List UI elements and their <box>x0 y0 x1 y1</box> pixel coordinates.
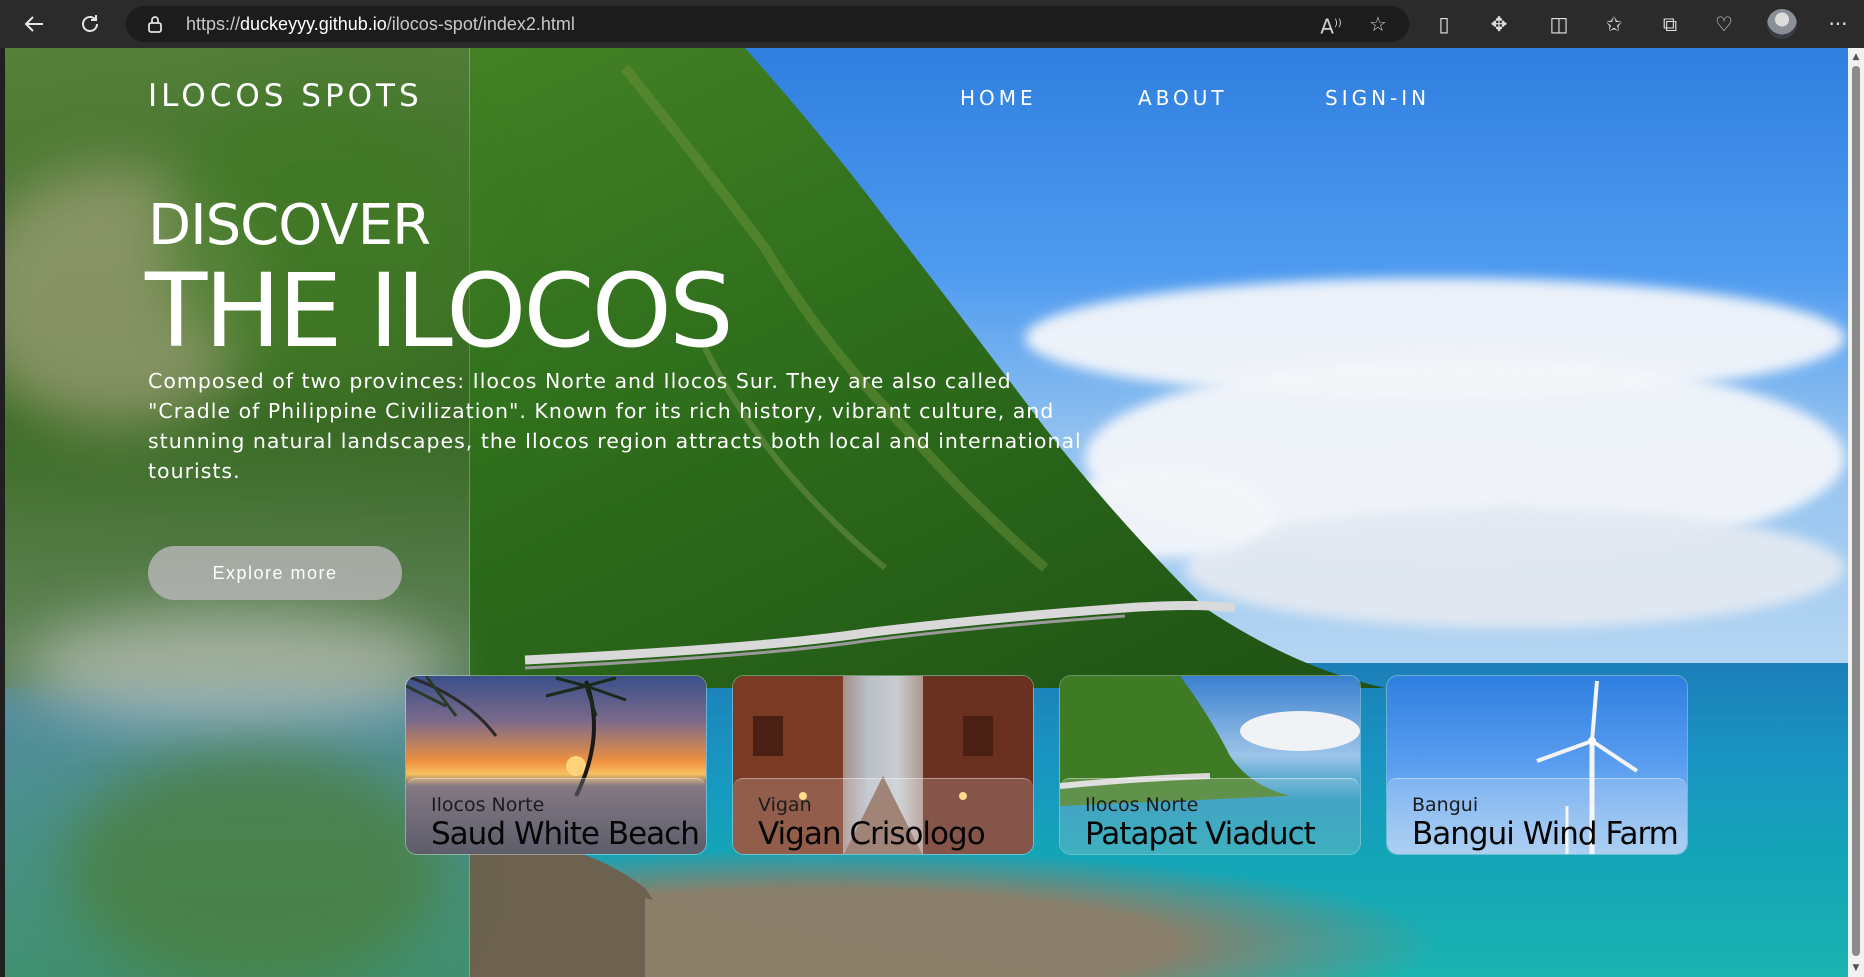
hero-title-small: DISCOVER <box>148 193 431 258</box>
blur-panel <box>5 48 485 977</box>
card-location: Ilocos Norte <box>431 794 545 816</box>
split-screen-icon[interactable]: ◫ <box>1545 10 1573 38</box>
back-icon[interactable] <box>14 4 54 44</box>
card-location: Vigan <box>758 794 812 816</box>
refresh-icon[interactable] <box>70 4 110 44</box>
card-bangui-wind-farm[interactable]: Bangui Bangui Wind Farm <box>1386 675 1688 855</box>
url-text[interactable]: https://duckeyyy.github.io/ilocos-spot/i… <box>186 14 575 35</box>
hero-description: Composed of two provinces: Ilocos Norte … <box>148 369 1082 483</box>
favorites-icon[interactable]: ✩ <box>1600 10 1628 38</box>
card-patapat-viaduct[interactable]: Ilocos Norte Patapat Viaduct <box>1059 675 1361 855</box>
nav-home[interactable]: HOME <box>960 86 1037 110</box>
more-icon[interactable]: ··· <box>1824 10 1852 38</box>
card-title: Saud White Beach <box>431 816 700 852</box>
favorite-star-icon[interactable]: ☆ <box>1366 12 1390 36</box>
phone-icon[interactable]: ▯ <box>1430 10 1458 38</box>
extensions-icon[interactable]: ✥ <box>1485 10 1513 38</box>
page-viewport: ILOCOS SPOTS HOME ABOUT SIGN-IN DISCOVER… <box>5 48 1848 977</box>
card-vigan-crisologo[interactable]: Vigan Vigan Crisologo <box>732 675 1034 855</box>
nav-about[interactable]: ABOUT <box>1138 86 1228 110</box>
destination-cards: Ilocos Norte Saud White Beach Vigan Viga… <box>405 675 1688 855</box>
card-location: Bangui <box>1412 794 1479 816</box>
browser-toolbar: https://duckeyyy.github.io/ilocos-spot/i… <box>0 0 1864 48</box>
scroll-down-icon[interactable]: ▼ <box>1851 963 1861 973</box>
page-scrollbar[interactable]: ▲ ▼ <box>1848 48 1864 977</box>
hero-title-big: THE ILOCOS <box>145 252 734 371</box>
card-title: Bangui Wind Farm <box>1412 816 1679 852</box>
address-bar[interactable]: https://duckeyyy.github.io/ilocos-spot/i… <box>126 6 1409 42</box>
collections-icon[interactable]: ⧉ <box>1656 10 1684 38</box>
read-aloud-icon[interactable]: A)) <box>1319 12 1343 39</box>
card-saud-white-beach[interactable]: Ilocos Norte Saud White Beach <box>405 675 707 855</box>
lock-icon[interactable] <box>146 15 164 33</box>
nav-sign-in[interactable]: SIGN-IN <box>1325 86 1430 110</box>
card-location: Ilocos Norte <box>1085 794 1199 816</box>
scroll-up-icon[interactable]: ▲ <box>1851 52 1861 62</box>
explore-more-button[interactable]: Explore more <box>148 546 402 600</box>
profile-avatar[interactable] <box>1767 9 1797 39</box>
card-title: Vigan Crisologo <box>758 816 986 852</box>
health-icon[interactable]: ♡ <box>1710 10 1738 38</box>
site-logo[interactable]: ILOCOS SPOTS <box>148 78 423 114</box>
scroll-thumb[interactable] <box>1852 66 1860 956</box>
card-title: Patapat Viaduct <box>1085 816 1316 852</box>
